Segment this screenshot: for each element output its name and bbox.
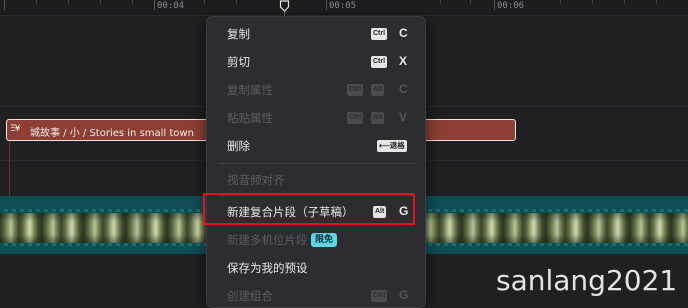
menu-item-copy[interactable]: 复制 Ctrl C: [207, 21, 427, 47]
menu-item-label: 新建多机位片段: [227, 233, 308, 247]
shortcut-letter: G: [399, 288, 409, 302]
menu-item-label: 创建组合: [227, 289, 273, 303]
ruler-label-0006: 00:06: [497, 1, 525, 11]
context-menu: 复制 Ctrl C 剪切 Ctrl X 复制属性 Ctrl Alt C 粘贴属性…: [206, 16, 426, 308]
shortcut-ctrl-key: Ctrl: [371, 56, 388, 68]
timeline-ruler[interactable]: 00:04 00:05 00:06: [0, 0, 688, 16]
menu-item-save-preset[interactable]: 保存为我的预设: [207, 255, 427, 281]
shortcut-ctrl-key: Ctrl: [371, 28, 388, 40]
ruler-tick: [624, 0, 625, 4]
menu-item-delete[interactable]: 删除 ⟵退格: [207, 133, 427, 159]
ruler-tick: [132, 0, 133, 4]
menu-item-create-group: 创建组合 Ctrl G: [207, 283, 427, 308]
ruler-tick: [326, 0, 327, 10]
watermark-text: sanlang2021: [496, 264, 678, 297]
menu-item-label: 复制: [227, 27, 250, 41]
playhead-handle-icon[interactable]: [279, 0, 290, 12]
menu-item-paste-attributes: 粘贴属性 Ctrl Alt V: [207, 105, 427, 131]
ruler-tick: [592, 0, 593, 4]
ruler-tick: [236, 0, 237, 4]
ruler-tick: [440, 0, 441, 4]
menu-item-new-multicam-clip: 新建多机位片段 限免: [207, 227, 427, 253]
ruler-tick: [100, 0, 101, 4]
menu-item-label: 剪切: [227, 55, 250, 69]
ruler-tick: [68, 0, 69, 4]
ruler-tick: [4, 0, 5, 10]
menu-item-label: 保存为我的预设: [227, 261, 308, 275]
menu-item-label: 复制属性: [227, 83, 273, 97]
shortcut-ctrl-key: Ctrl: [347, 84, 364, 96]
ruler-tick: [36, 0, 37, 4]
shortcut-alt-key: Alt: [371, 112, 385, 124]
free-badge: 限免: [311, 233, 338, 247]
text-clip-label: 城故事 / 小 / Stories in small town: [30, 128, 194, 139]
ruler-tick: [656, 0, 657, 4]
ruler-label-0005: 00:05: [329, 1, 357, 11]
highlight-annotation-box: [203, 193, 415, 225]
ruler-tick: [154, 0, 155, 10]
shortcut-ctrl-key: Ctrl: [371, 290, 388, 302]
shortcut-alt-key: Alt: [371, 84, 385, 96]
text-clip-icon: Ξ¥: [10, 124, 20, 134]
shortcut-letter: X: [399, 54, 408, 68]
ruler-label-0004: 00:04: [157, 1, 185, 11]
shortcut-ctrl-key: Ctrl: [347, 112, 364, 124]
menu-item-cut[interactable]: 剪切 Ctrl X: [207, 49, 427, 75]
menu-item-label: 视音频对齐: [227, 173, 285, 187]
menu-item-av-align: 视音频对齐: [207, 167, 427, 193]
shortcut-backspace-key: ⟵退格: [377, 140, 407, 152]
menu-item-label: 粘贴属性: [227, 111, 273, 125]
shortcut-letter: C: [399, 82, 408, 96]
shortcut-letter: C: [399, 26, 408, 40]
menu-item-label: 删除: [227, 139, 250, 153]
shortcut-letter: V: [399, 110, 408, 124]
menu-item-copy-attributes: 复制属性 Ctrl Alt C: [207, 77, 427, 103]
ruler-tick: [494, 0, 495, 10]
ruler-tick: [204, 0, 205, 4]
ruler-tick: [560, 0, 561, 4]
menu-separator: [219, 163, 415, 164]
ruler-tick: [470, 0, 471, 4]
